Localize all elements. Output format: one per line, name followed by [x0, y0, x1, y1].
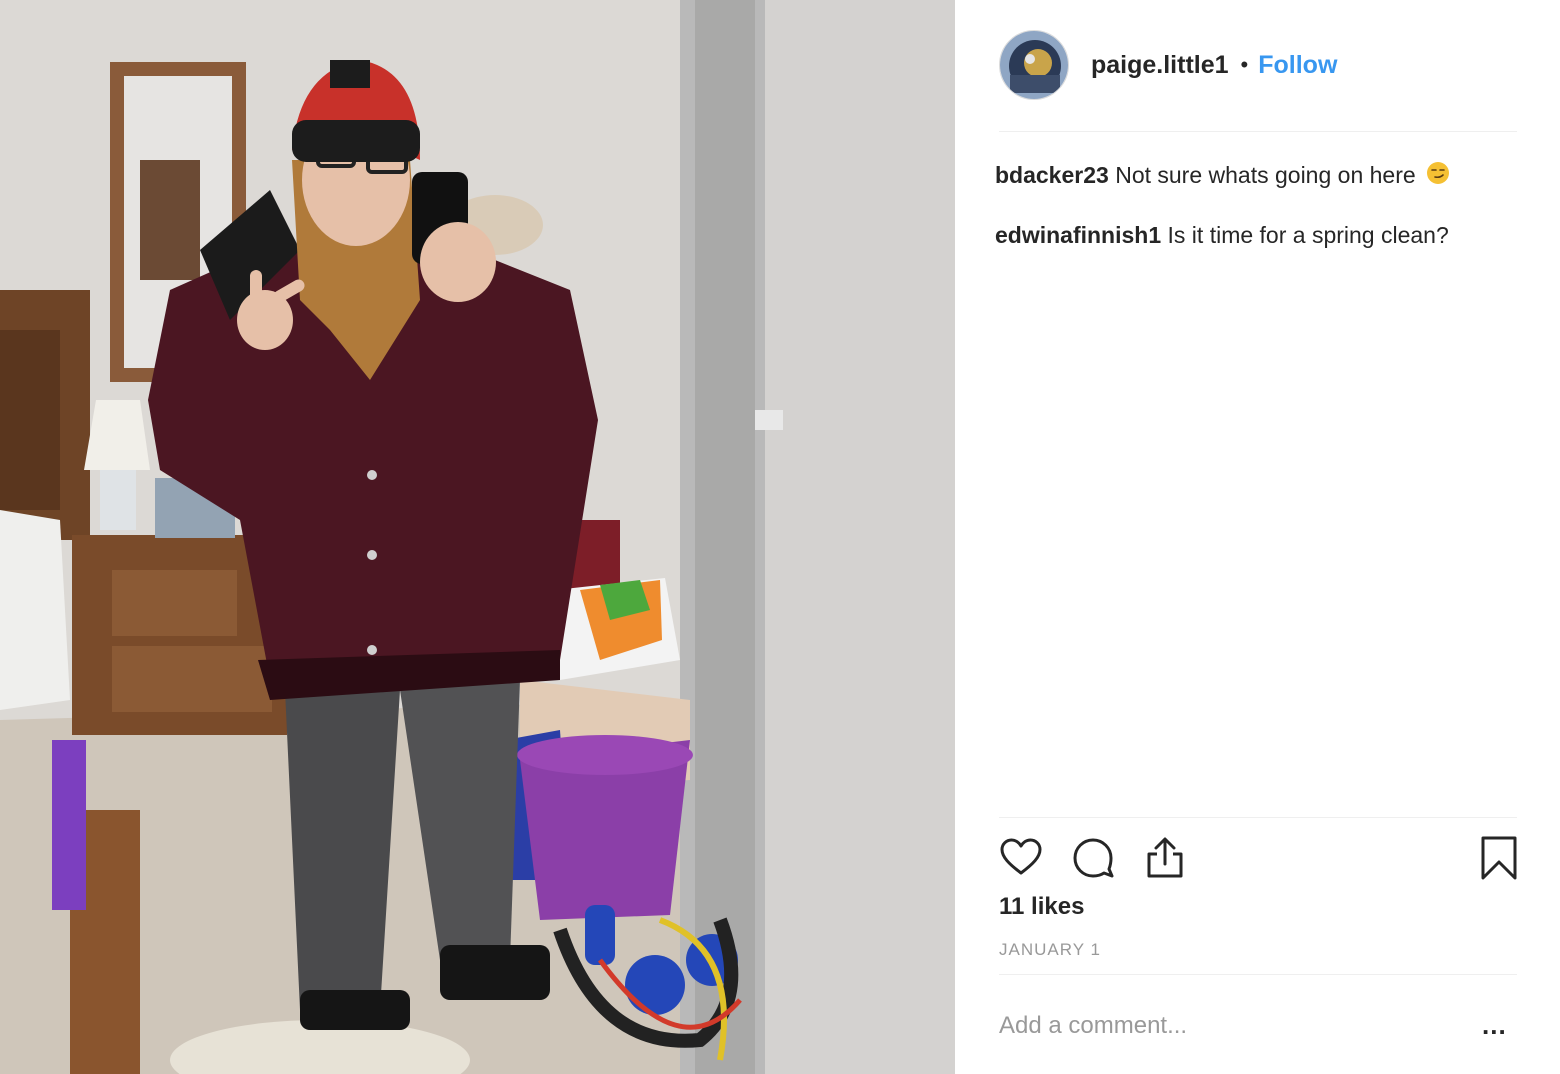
post-header: paige.little1 • Follow [999, 25, 1517, 105]
comment-text: Not sure whats going on here [1115, 162, 1416, 188]
post-date: JANUARY 1 [999, 940, 1101, 959]
add-comment-input[interactable] [999, 1004, 1439, 1048]
comment-item: bdacker23 Not sure whats going on here [995, 160, 1517, 190]
avatar[interactable] [999, 30, 1069, 100]
more-options-button[interactable]: ... [1482, 1010, 1507, 1041]
comment-bubble-icon [1073, 838, 1114, 878]
header-divider [999, 131, 1517, 132]
comment-button[interactable] [1071, 836, 1115, 880]
follow-button[interactable]: Follow [1258, 51, 1337, 80]
post-sidebar: paige.little1 • Follow bdacker23 Not sur… [955, 0, 1560, 1074]
likes-count[interactable]: 11 likes [999, 893, 1084, 921]
comment-text: Is it time for a spring clean? [1167, 222, 1449, 248]
heart-icon [1000, 838, 1042, 875]
comment-author[interactable]: bdacker23 [995, 162, 1109, 188]
smirking-face-emoji [1427, 162, 1450, 184]
like-button[interactable] [999, 836, 1043, 880]
share-icon [1147, 837, 1183, 878]
post-photo[interactable] [0, 0, 955, 1074]
bookmark-icon [1481, 836, 1517, 880]
save-button[interactable] [1477, 836, 1521, 880]
comment-item: edwinafinnish1 Is it time for a spring c… [995, 220, 1517, 250]
comments-list: bdacker23 Not sure whats going on here e… [995, 160, 1517, 280]
comment-author[interactable]: edwinafinnish1 [995, 222, 1161, 248]
post-username[interactable]: paige.little1 [1091, 51, 1229, 80]
mirror-selfie-image [0, 0, 955, 1074]
actions-divider [999, 817, 1517, 818]
separator-dot: • [1240, 52, 1249, 77]
footer-divider [999, 974, 1517, 975]
post-actions [999, 836, 1517, 880]
share-button[interactable] [1143, 836, 1187, 880]
avatar-image [1000, 31, 1068, 99]
